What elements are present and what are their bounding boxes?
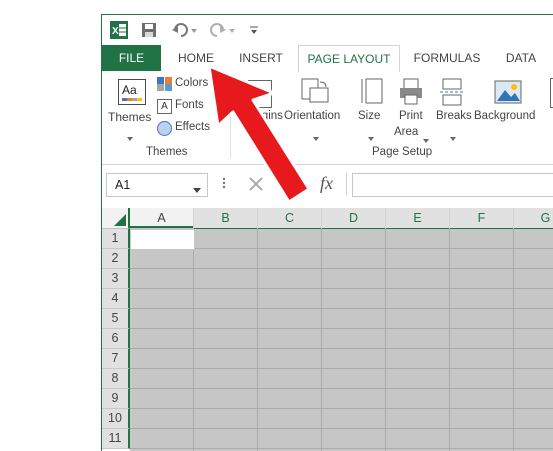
row-header-10[interactable]: 10: [102, 409, 130, 429]
tab-insert[interactable]: INSERT: [234, 45, 288, 71]
print-area-button[interactable]: Print Area: [394, 76, 430, 144]
margins-button[interactable]: Margins: [242, 76, 283, 140]
name-box[interactable]: A1: [106, 173, 208, 197]
row-header-7[interactable]: 7: [102, 349, 130, 369]
chevron-down-icon[interactable]: [193, 182, 201, 196]
effects-icon: [157, 121, 172, 136]
row-header-4[interactable]: 4: [102, 289, 130, 309]
page-setup-group-label: Page Setup: [372, 146, 433, 158]
quick-access-toolbar: X: [102, 15, 553, 45]
chevron-down-icon: [313, 130, 319, 144]
background-image-icon: [494, 80, 522, 104]
colors-button[interactable]: Colors: [155, 75, 215, 93]
themes-icon-text: Aa: [122, 83, 137, 97]
orientation-button[interactable]: Orientation: [284, 76, 348, 141]
printer-icon: [398, 78, 426, 106]
orientation-label: Orientation: [284, 110, 341, 122]
size-icon: [360, 78, 384, 106]
row-header-8[interactable]: 8: [102, 369, 130, 389]
effects-button[interactable]: Effects: [155, 119, 215, 137]
save-icon[interactable]: [140, 21, 158, 39]
row-header-11[interactable]: 11: [102, 429, 130, 449]
customize-qat-icon[interactable]: [248, 21, 260, 39]
column-header-e[interactable]: E: [386, 208, 450, 230]
row-header-1[interactable]: 1: [102, 229, 130, 249]
fonts-icon: A: [157, 99, 172, 114]
row-header-3[interactable]: 3: [102, 269, 130, 289]
formula-input[interactable]: [352, 173, 553, 197]
size-label: Size: [358, 110, 381, 122]
fonts-button[interactable]: A Fonts: [155, 97, 215, 115]
tab-file[interactable]: FILE: [102, 45, 161, 71]
excel-logo-letter: X: [112, 26, 119, 37]
fonts-label: Fonts: [175, 99, 204, 111]
active-cell-a1[interactable]: [130, 229, 195, 250]
redo-icon[interactable]: [208, 21, 236, 39]
breaks-button[interactable]: Breaks: [434, 76, 472, 141]
column-header-g[interactable]: G: [514, 208, 553, 230]
colors-icon: [157, 77, 172, 91]
print-area-label-line1: Print: [399, 110, 423, 122]
orientation-icon: [300, 78, 330, 106]
themes-button[interactable]: Aa Themes: [108, 76, 152, 141]
row-header-9[interactable]: 9: [102, 389, 130, 409]
chevron-down-icon: [450, 130, 456, 144]
column-header-d[interactable]: D: [322, 208, 386, 230]
margins-icon: [248, 80, 272, 108]
effects-label: Effects: [175, 121, 210, 133]
tab-page-layout[interactable]: PAGE LAYOUT: [298, 45, 400, 73]
ribbon: Aa Themes Colors A Fonts Effects Themes: [102, 72, 553, 165]
themes-group-label: Themes: [146, 146, 188, 158]
cancel-icon[interactable]: [248, 176, 264, 195]
row-header-5[interactable]: 5: [102, 309, 130, 329]
formula-buttons: fx: [240, 173, 347, 195]
chevron-down-icon: [423, 132, 429, 146]
column-header-b[interactable]: B: [194, 208, 258, 230]
breaks-icon: [440, 78, 464, 106]
tab-home[interactable]: HOME: [168, 45, 224, 71]
margins-label: Margins: [242, 110, 283, 122]
selected-cells-range[interactable]: [130, 229, 553, 451]
themes-label: Themes: [108, 110, 152, 124]
excel-window: X FILE HOME INSERT PAGE LAYOUT FORMULAS …: [101, 14, 553, 451]
chevron-down-icon: [368, 130, 374, 144]
size-button[interactable]: Size: [354, 76, 388, 141]
undo-icon[interactable]: [170, 21, 198, 39]
name-box-value: A1: [115, 178, 131, 192]
row-header-6[interactable]: 6: [102, 329, 130, 349]
ribbon-tabs: FILE HOME INSERT PAGE LAYOUT FORMULAS DA…: [102, 45, 553, 73]
worksheet-grid[interactable]: A B C D E F G 1 2 3 4 5 6 7 8 9 10 11: [102, 208, 553, 451]
row-header-2[interactable]: 2: [102, 249, 130, 269]
formula-bar: A1 fx: [102, 165, 553, 207]
select-all-corner[interactable]: [102, 208, 130, 229]
tab-formulas[interactable]: FORMULAS: [407, 45, 487, 71]
tab-data[interactable]: DATA: [497, 45, 545, 71]
column-a-selection-indicator: [130, 226, 193, 228]
themes-icon: Aa: [118, 79, 146, 105]
insert-function-icon[interactable]: fx: [320, 173, 333, 194]
chevron-down-icon: [127, 130, 133, 144]
colors-label: Colors: [175, 77, 209, 89]
breaks-label: Breaks: [436, 110, 472, 122]
excel-logo-icon: X: [110, 21, 128, 39]
print-area-label-line2: Area: [394, 126, 419, 138]
enter-check-icon[interactable]: [280, 176, 296, 195]
column-header-f[interactable]: F: [450, 208, 514, 230]
column-header-c[interactable]: C: [258, 208, 322, 230]
background-button[interactable]: Background: [474, 76, 544, 140]
ribbon-separator: [230, 78, 231, 158]
more-options-icon[interactable]: [222, 177, 226, 192]
background-label: Background: [474, 110, 536, 122]
